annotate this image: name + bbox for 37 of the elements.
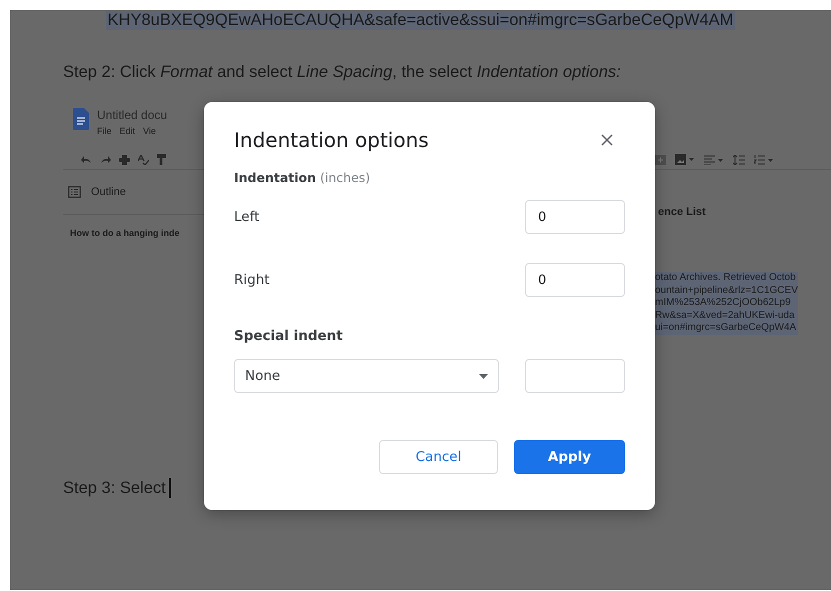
dropdown-caret-icon [479, 374, 488, 378]
undo-icon[interactable] [81, 156, 92, 164]
close-icon[interactable] [601, 134, 613, 146]
spellcheck-icon[interactable] [138, 154, 149, 164]
outline-item[interactable]: How to do a hanging inde [63, 215, 204, 238]
field-label: Left [234, 209, 260, 225]
menu-item[interactable]: Edit [120, 126, 136, 136]
document-heading: ence List [658, 206, 707, 218]
image-icon[interactable] [675, 154, 695, 165]
unit-label: (inches) [320, 170, 370, 185]
step-text: Step 3: Select [63, 478, 166, 498]
reference-text: otato Archives. Retrieved Octob ountain+pipeline&rlz=1C1GCEV mIM%253A%252CjOOb62Lp9 Rw&sa=X&ved=2ahUKEwi-uda ui=on#imgrc=sGarbeCeQpW4A [655, 272, 798, 334]
menu-item[interactable]: File [97, 126, 112, 136]
menu-item[interactable]: Vie [143, 126, 156, 136]
text-cursor [168, 478, 171, 498]
outline-label[interactable]: Outline [91, 186, 126, 198]
special-indent-label: Special indent [234, 328, 344, 344]
align-icon[interactable] [704, 154, 724, 164]
url-text: KHY8uBXEQ9QEwAHoECAUQHA&safe=active&ssui=on#imgrc=sGarbeCeQpW4AM [106, 11, 736, 30]
dialog-title: Indentation options [234, 128, 429, 152]
special-indent-amount-field[interactable] [525, 359, 625, 393]
step-text: Step 2: Click Format and select Line Spacing, the select Indentation options: [63, 63, 622, 82]
special-indent-dropdown[interactable]: None [234, 359, 499, 393]
indent-field[interactable]: 0 [525, 200, 625, 234]
paint-format-icon[interactable] [157, 154, 166, 165]
indent-field[interactable]: 0 [525, 263, 625, 297]
cancel-button[interactable]: Cancel [379, 440, 498, 474]
apply-button[interactable]: Apply [514, 440, 625, 474]
document-icon [73, 108, 89, 130]
numbered-list-icon[interactable] [754, 154, 774, 164]
comment-icon[interactable] [655, 154, 666, 164]
redo-icon[interactable] [100, 156, 111, 164]
section-label: Indentation [234, 170, 316, 185]
outline-icon[interactable] [68, 186, 81, 198]
line-spacing-icon[interactable] [733, 154, 745, 164]
document-title[interactable]: Untitled docu [97, 108, 168, 122]
field-label: Right [234, 272, 270, 288]
